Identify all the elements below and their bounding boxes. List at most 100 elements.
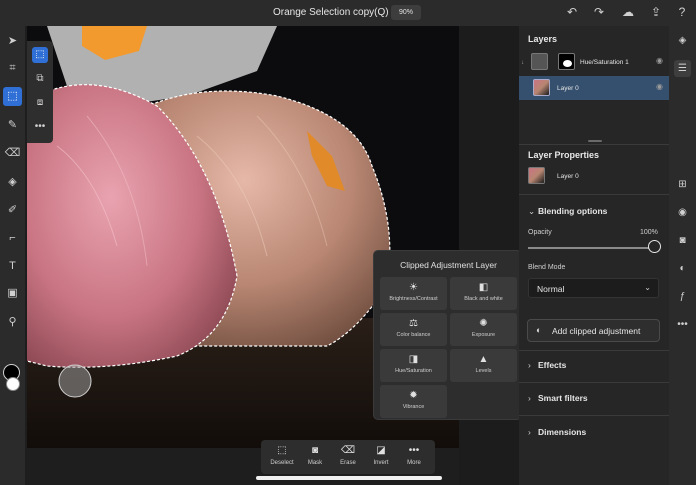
panel-resize-handle[interactable]	[588, 140, 602, 142]
balance-icon: ⚖	[409, 318, 418, 329]
share-icon[interactable]: ⇪	[648, 4, 664, 20]
adjustment-layer-icon[interactable]: ◐	[674, 260, 691, 277]
more-icon[interactable]: •••	[32, 119, 48, 135]
selection-subtools: ⬚ ⧉ ⧈ •••	[27, 41, 53, 143]
selection-icon[interactable]: ⬚	[3, 87, 22, 106]
hue-saturation-button[interactable]: ◨ Hue/Saturation	[380, 349, 447, 382]
subtract-selection-icon[interactable]: ⧈	[32, 95, 48, 111]
type-icon[interactable]: T	[3, 257, 22, 276]
black-and-white-button[interactable]: ◧ Black and white	[450, 277, 517, 310]
layer-row-hue-saturation[interactable]: ↓ Hue/Saturation 1 ◉	[519, 50, 669, 74]
brush-icon[interactable]: ✎	[3, 116, 22, 135]
transform-icon[interactable]: ⌗	[3, 59, 22, 78]
divider	[519, 415, 669, 416]
divider	[519, 382, 669, 383]
opacity-slider-track[interactable]	[528, 247, 656, 249]
exposure-button[interactable]: ✺ Exposure	[450, 313, 517, 346]
move-icon[interactable]: ➤	[3, 32, 22, 51]
deselect-button[interactable]: ⬚ Deselect	[265, 440, 299, 474]
button-label: Invert	[373, 460, 389, 466]
mask-button[interactable]: ◙ Mask	[298, 440, 332, 474]
adjustments-icon[interactable]: ☰	[674, 60, 691, 77]
visibility-icon[interactable]: ◉	[656, 56, 663, 65]
button-label: Deselect	[270, 460, 294, 466]
layer-row-layer-0[interactable]: Layer 0 ◉	[519, 76, 669, 100]
button-label: Mask	[307, 460, 323, 466]
properties-layer-name: Layer 0	[557, 173, 579, 180]
blend-mode-select[interactable]: Normal ⌄	[528, 278, 659, 298]
zoom-level[interactable]: 90%	[391, 5, 421, 20]
opacity-label: Opacity	[528, 229, 552, 236]
popup-title: Clipped Adjustment Layer	[400, 260, 497, 270]
place-image-icon[interactable]: ▣	[3, 284, 22, 303]
brightness-contrast-button[interactable]: ☀ Brightness/Contrast	[380, 277, 447, 310]
dimensions-header[interactable]: › Dimensions	[528, 427, 586, 437]
document-title[interactable]: Orange Selection copy(Q) *	[273, 7, 395, 18]
adjustment-thumbnail	[531, 53, 548, 70]
levels-icon: ▲	[478, 354, 489, 365]
button-label: Vibrance	[402, 404, 425, 410]
undo-icon[interactable]: ↶	[564, 4, 580, 20]
button-label: Add clipped adjustment	[552, 326, 641, 336]
home-indicator	[256, 476, 442, 480]
layer-properties-title: Layer Properties	[528, 150, 600, 160]
button-label: More	[407, 460, 421, 466]
erase-icon: ⌫	[340, 445, 356, 456]
add-selection-icon[interactable]: ⧉	[32, 71, 48, 87]
cloud-icon[interactable]: ☁	[620, 4, 636, 20]
divider	[519, 350, 669, 351]
button-label: Brightness/Contrast	[389, 296, 438, 302]
button-label: Black and white	[464, 296, 503, 302]
healing-icon[interactable]: ✐	[3, 201, 22, 220]
left-toolbar: ➤ ⌗ ⬚ ✎ ⌫ ◈ ✐ ⌐ T ▣ ⚲	[0, 26, 25, 485]
chevron-down-icon: ⌄	[528, 206, 536, 216]
levels-button[interactable]: ▲ Levels	[450, 349, 517, 382]
eraser-icon[interactable]: ⌫	[3, 144, 22, 163]
redo-icon[interactable]: ↷	[591, 4, 607, 20]
smart-filters-header[interactable]: › Smart filters	[528, 393, 588, 403]
visibility-icon[interactable]: ◉	[674, 204, 691, 221]
properties-layer-thumbnail	[528, 167, 545, 184]
blending-options-header[interactable]: ⌄ Blending options	[528, 206, 607, 217]
color-balance-button[interactable]: ⚖ Color balance	[380, 313, 447, 346]
half-square-icon: ◧	[478, 282, 489, 293]
hue-icon: ◨	[408, 354, 419, 365]
more-icon[interactable]: •••	[674, 316, 691, 333]
divider	[519, 144, 669, 145]
section-label: Blending options	[538, 206, 608, 216]
mask-icon: ◙	[311, 445, 319, 456]
visibility-icon[interactable]: ◉	[656, 82, 663, 91]
chevron-right-icon: ›	[528, 360, 531, 370]
mask-thumbnail	[558, 53, 575, 70]
mask-icon[interactable]: ◙	[674, 232, 691, 249]
aperture-icon: ✺	[479, 318, 488, 329]
fill-icon[interactable]: ◈	[3, 173, 22, 192]
invert-icon: ◪	[376, 445, 386, 456]
erase-button[interactable]: ⌫ Erase	[331, 440, 365, 474]
layers-icon[interactable]: ◈	[674, 32, 691, 49]
effects-header[interactable]: › Effects	[528, 360, 566, 370]
add-clipped-adjustment-button[interactable]: ◐ Add clipped adjustment	[527, 319, 660, 342]
rect-select-icon[interactable]: ⬚	[32, 47, 48, 63]
crop-icon[interactable]: ⌐	[3, 229, 22, 248]
section-label: Dimensions	[538, 427, 587, 437]
chevron-down-icon: ⌄	[644, 283, 651, 292]
section-label: Smart filters	[538, 393, 588, 403]
layer-name: Hue/Saturation 1	[580, 59, 629, 66]
selection-action-bar: ⬚ Deselect ◙ Mask ⌫ Erase ◪ Invert ••• M…	[261, 440, 435, 474]
more-button[interactable]: ••• More	[397, 440, 431, 474]
opacity-slider-knob[interactable]	[648, 240, 661, 253]
add-layer-icon[interactable]: ⊞	[674, 176, 691, 193]
eyedropper-icon[interactable]: ⚲	[3, 313, 22, 332]
divider	[519, 194, 669, 195]
chevron-right-icon: ›	[528, 393, 531, 403]
button-label: Hue/Saturation	[395, 368, 432, 374]
help-icon[interactable]: ?	[674, 4, 690, 20]
opacity-value: 100%	[640, 229, 658, 236]
background-color[interactable]	[6, 377, 20, 391]
layers-title: Layers	[528, 34, 558, 44]
vibrance-button[interactable]: ✹ Vibrance	[380, 385, 447, 418]
fx-icon[interactable]: ƒ	[674, 288, 691, 305]
clipped-adjustment-popup: Clipped Adjustment Layer ☀ Brightness/Co…	[373, 250, 522, 420]
invert-button[interactable]: ◪ Invert	[364, 440, 398, 474]
